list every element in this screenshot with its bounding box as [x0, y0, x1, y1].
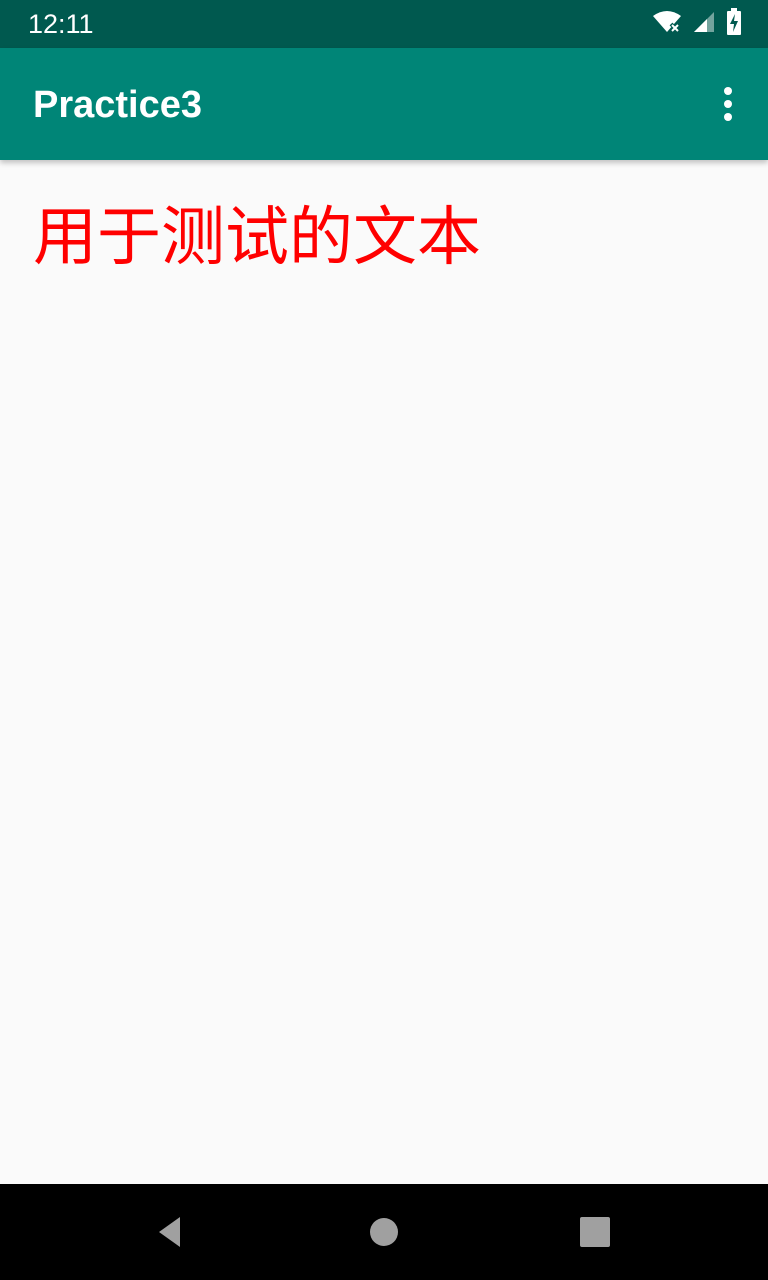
back-icon — [159, 1217, 180, 1247]
overflow-dot — [724, 87, 732, 95]
recents-icon — [580, 1217, 610, 1247]
home-icon — [370, 1218, 398, 1246]
cell-signal-icon — [692, 10, 716, 39]
wifi-no-internet-icon — [652, 10, 682, 39]
status-icons — [652, 7, 742, 41]
status-time: 12:11 — [28, 9, 94, 39]
home-button[interactable] — [360, 1208, 408, 1256]
recents-button[interactable] — [571, 1208, 619, 1256]
battery-charging-icon — [726, 7, 742, 41]
status-bar: 12:11 — [0, 0, 768, 48]
navigation-bar — [0, 1184, 768, 1280]
test-text: 用于测试的文本 — [33, 201, 481, 275]
overflow-dot — [724, 100, 732, 108]
more-vert-icon[interactable] — [716, 82, 740, 126]
app-title: Practice3 — [33, 84, 203, 126]
overflow-dot — [724, 113, 732, 121]
app-bar: Practice3 — [0, 48, 768, 160]
back-button[interactable] — [146, 1208, 194, 1256]
content-area: 用于测试的文本 — [0, 160, 768, 1184]
